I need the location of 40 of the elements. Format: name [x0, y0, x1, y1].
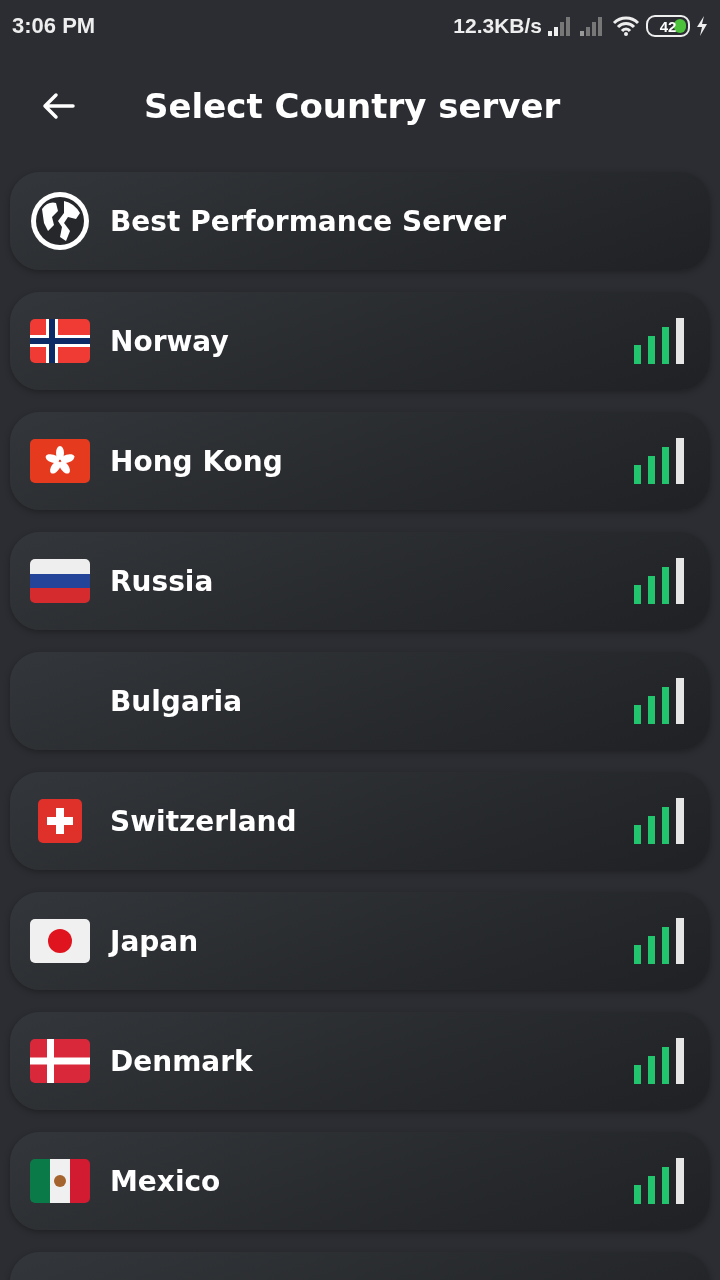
server-name: Japan	[110, 924, 200, 958]
server-name: Russia	[110, 564, 215, 598]
server-row[interactable]: Japan	[10, 892, 710, 990]
charging-icon	[696, 16, 708, 36]
server-name: Switzerland	[110, 804, 298, 838]
signal-strength-icon	[634, 1158, 684, 1204]
server-name: Norway	[110, 324, 230, 358]
network-speed: 12.3KB/s	[453, 14, 542, 38]
server-row[interactable]: Norway	[10, 292, 710, 390]
battery-icon: 42	[646, 15, 690, 37]
server-name: Best Performance Server	[110, 204, 508, 238]
server-name: Denmark	[110, 1044, 254, 1078]
flag-icon	[30, 439, 90, 483]
page-title: Select Country server	[144, 86, 561, 126]
flag-icon	[30, 919, 90, 963]
signal-strength-icon	[634, 318, 684, 364]
server-row[interactable]: Switzerland	[10, 772, 710, 870]
server-name: Bulgaria	[110, 684, 244, 718]
server-row[interactable]: Mexico	[10, 1132, 710, 1230]
signal-strength-icon	[634, 918, 684, 964]
server-row[interactable]: Russia	[10, 532, 710, 630]
signal-strength-icon	[634, 1038, 684, 1084]
server-row[interactable]: Best Performance Server	[10, 172, 710, 270]
signal-strength-icon	[634, 438, 684, 484]
flag-icon	[38, 799, 82, 843]
flag-icon	[30, 319, 90, 363]
signal-strength-icon	[634, 798, 684, 844]
server-name: Mexico	[110, 1164, 222, 1198]
flag-icon	[30, 1159, 90, 1203]
globe-icon	[30, 191, 90, 251]
server-name: Hong Kong	[110, 444, 284, 478]
server-row[interactable]: Denmark	[10, 1012, 710, 1110]
wifi-icon	[612, 15, 640, 37]
server-row[interactable]: Hong Kong	[10, 412, 710, 510]
flag-icon	[30, 559, 90, 603]
status-time: 3:06 PM	[12, 13, 96, 39]
signal-strength-icon	[634, 558, 684, 604]
flag-icon	[30, 1039, 90, 1083]
server-row[interactable]: Bulgaria	[10, 652, 710, 750]
signal-strength-icon	[634, 678, 684, 724]
